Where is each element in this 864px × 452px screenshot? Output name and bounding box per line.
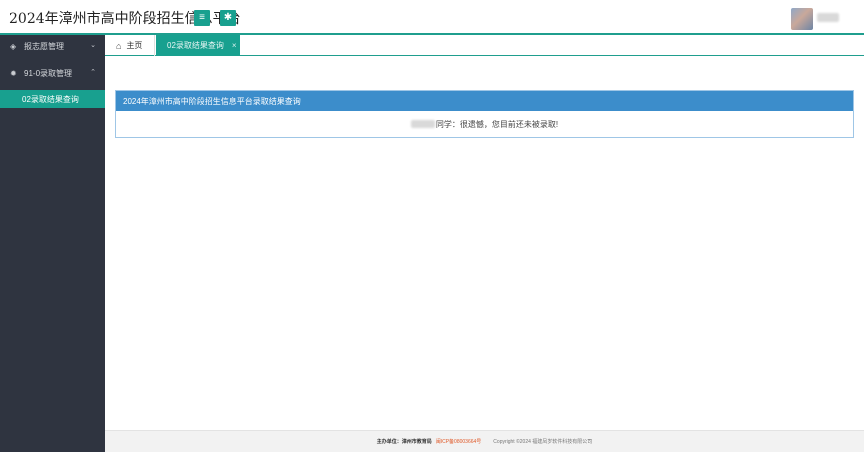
tab-label: 主页: [126, 41, 143, 50]
sidebar-item-apply-management[interactable]: ◈ 报志愿管理 ⌄: [0, 37, 105, 55]
menu-icon: ≡: [199, 12, 205, 23]
home-icon: ⌂: [116, 40, 122, 51]
tab-bar: ⌂ 主页 02录取结果查询 ×: [105, 35, 864, 56]
chevron-up-icon: ⌃: [90, 69, 96, 76]
panel-title: 2024年漳州市高中阶段招生信息平台录取结果查询: [116, 91, 853, 111]
page-footer: 主办单位：漳州市教育局 闽ICP备08003664号 Copyright ©20…: [105, 430, 864, 452]
result-message: 同学：很遗憾，您目前还未被录取!: [435, 119, 559, 129]
settings-button[interactable]: ✱: [220, 10, 236, 26]
menu-toggle-button[interactable]: ≡: [194, 10, 210, 26]
user-avatar[interactable]: [791, 8, 813, 30]
user-name-blurred[interactable]: [817, 13, 839, 22]
tab-admission-result[interactable]: 02录取结果查询 ×: [156, 35, 240, 56]
footer-icp-link[interactable]: 闽ICP备08003664号: [436, 438, 482, 445]
gear-icon: ✹: [10, 68, 17, 78]
sidebar: ◈ 报志愿管理 ⌄ ✹ 91-0录取管理 ⌃ 02录取结果查询: [0, 35, 105, 452]
footer-copyright: Copyright ©2024 福建凤岁软件科技有限公司: [493, 439, 593, 445]
close-icon[interactable]: ×: [232, 41, 237, 50]
sidebar-item-label: 91-0录取管理: [24, 68, 73, 78]
result-panel: 2024年漳州市高中阶段招生信息平台录取结果查询 同学：很遗憾，您目前还未被录取…: [115, 90, 854, 138]
sidebar-item-admission-management[interactable]: ✹ 91-0录取管理 ⌃: [0, 64, 105, 82]
sidebar-subitem-admission-result[interactable]: 02录取结果查询: [0, 90, 105, 108]
tab-label: 02录取结果查询: [167, 41, 224, 50]
footer-organizer: 主办单位：漳州市教育局: [376, 439, 432, 445]
tab-home[interactable]: ⌂ 主页: [105, 35, 155, 56]
chevron-down-icon: ⌄: [90, 42, 96, 49]
gear-icon: ✱: [223, 12, 233, 23]
top-header: 2024年漳州市高中阶段招生信息平台 ≡ ✱: [0, 0, 864, 35]
student-name-blurred: [410, 120, 435, 128]
sidebar-item-label: 报志愿管理: [24, 41, 64, 51]
panel-body: 同学：很遗憾，您目前还未被录取!: [116, 111, 853, 137]
layers-icon: ◈: [10, 41, 17, 51]
main-content: 2024年漳州市高中阶段招生信息平台录取结果查询 同学：很遗憾，您目前还未被录取…: [105, 57, 864, 430]
